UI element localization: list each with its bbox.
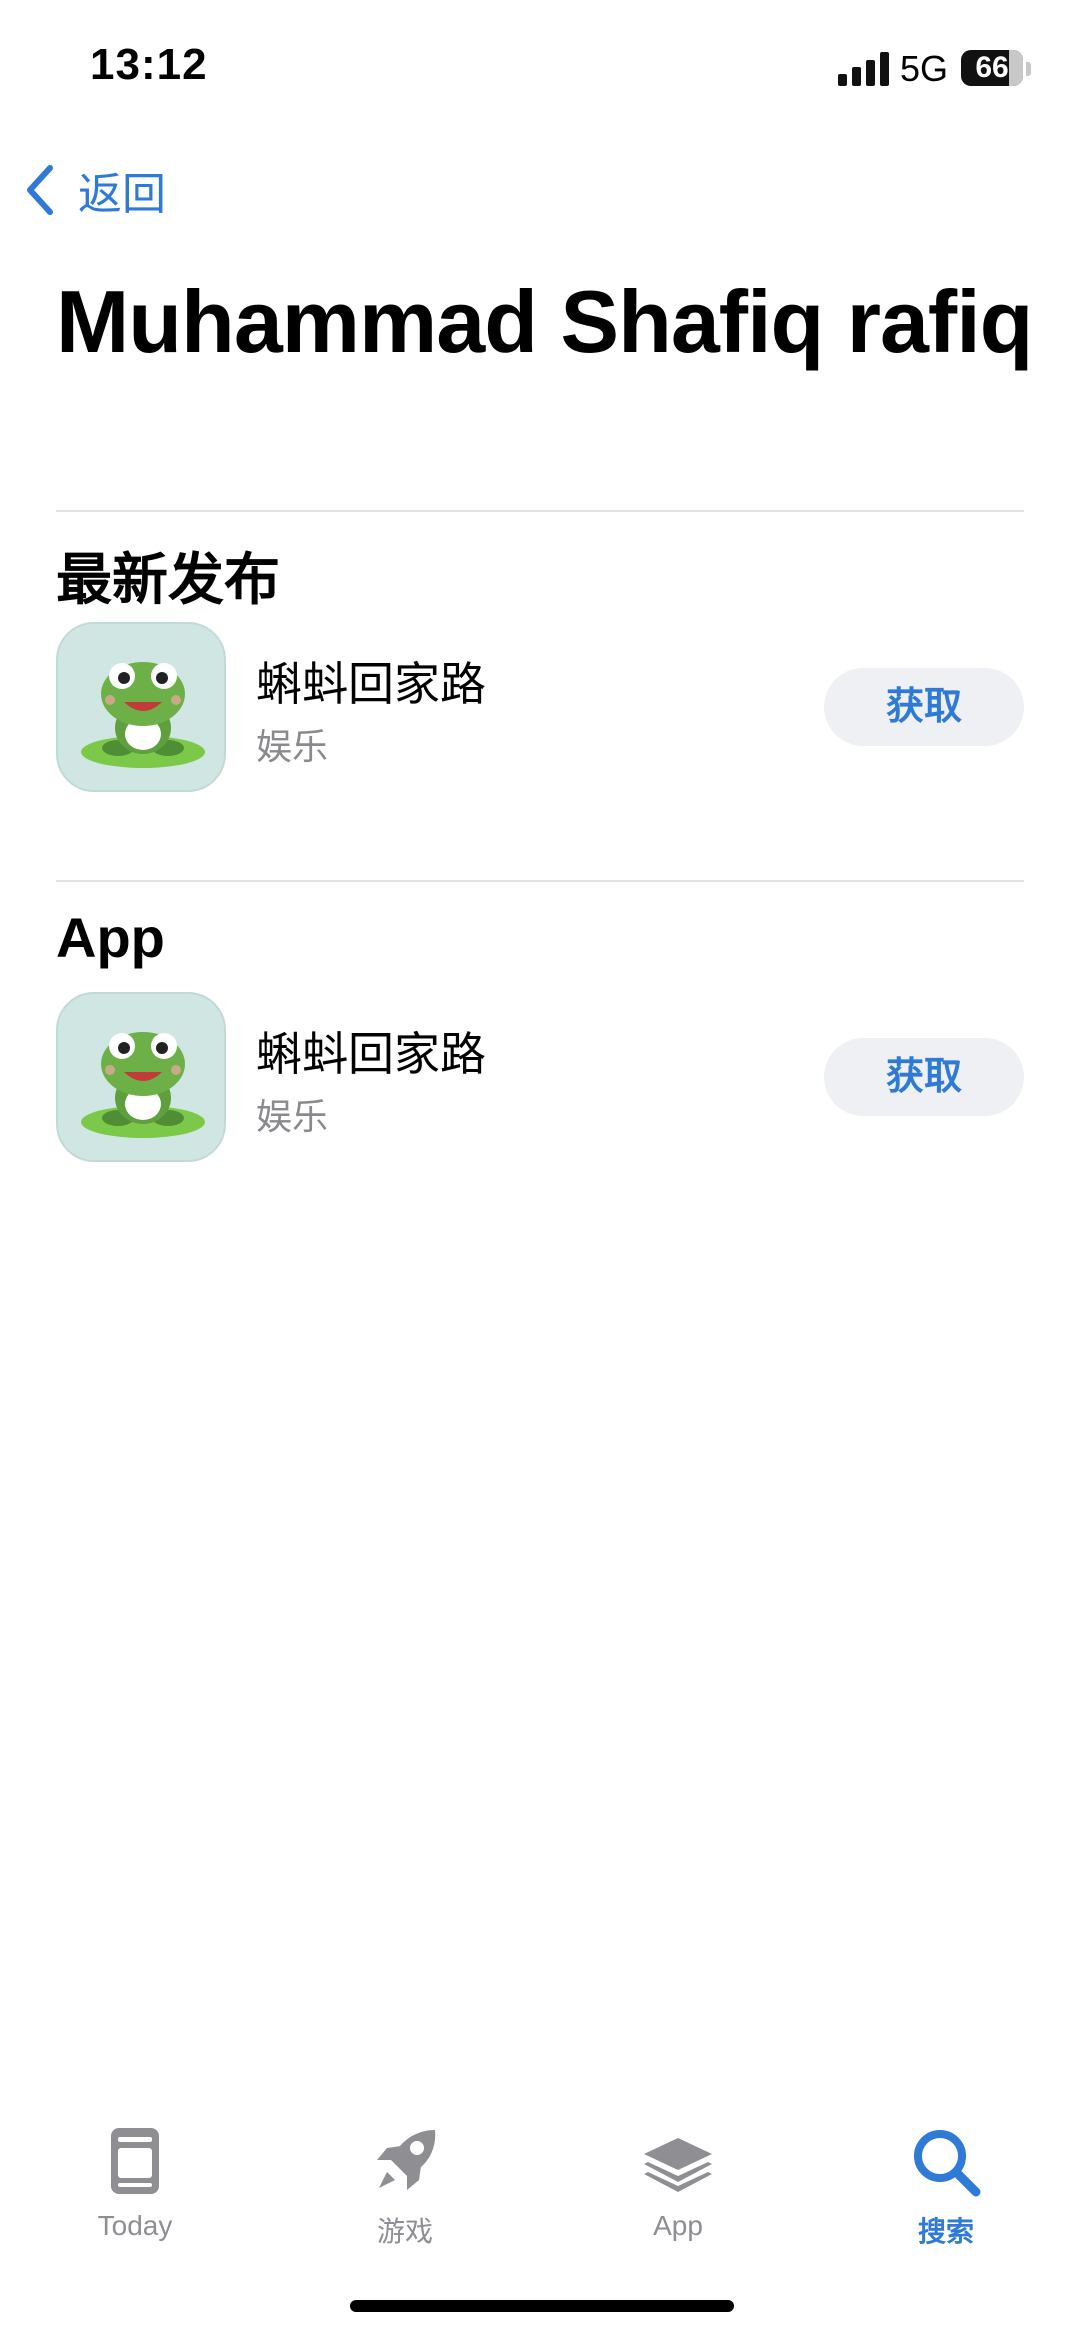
rocket-icon (377, 2130, 436, 2190)
app-row[interactable]: 蝌蚪回家路 娱乐 获取 (56, 622, 1024, 794)
battery-icon: 66 (961, 50, 1023, 86)
back-button[interactable]: 返回 (22, 160, 166, 220)
frog-app-icon[interactable] (56, 622, 226, 792)
tab-today[interactable]: Today (55, 2124, 215, 2264)
cellular-signal-icon (838, 52, 889, 86)
get-button[interactable]: 获取 (824, 668, 1024, 746)
app-name: 蝌蚪回家路 (256, 658, 486, 710)
network-type: 5G (900, 48, 949, 89)
tab-apps[interactable]: App (598, 2124, 758, 2264)
battery-level: 66 (975, 51, 1009, 84)
section-title-latest: 最新发布 (56, 548, 280, 611)
frog-app-icon[interactable] (56, 992, 226, 1162)
chevron-left-icon (27, 165, 53, 215)
divider (56, 510, 1024, 512)
app-category: 娱乐 (256, 726, 329, 767)
back-label: 返回 (78, 170, 166, 219)
app-category: 娱乐 (256, 1096, 329, 1137)
tab-label: 游戏 (376, 2216, 433, 2247)
section-title-app: App (56, 906, 165, 969)
search-icon (914, 2130, 981, 2197)
status-time: 13:12 (90, 40, 208, 89)
get-button[interactable]: 获取 (824, 1038, 1024, 1116)
tab-label: 搜索 (917, 2216, 974, 2247)
app-row[interactable]: 蝌蚪回家路 娱乐 获取 (56, 992, 1024, 1164)
tab-label: App (653, 2210, 703, 2241)
today-icon (111, 2128, 159, 2194)
divider (56, 880, 1024, 882)
status-bar: 13:12 5G 66 (0, 0, 1080, 140)
app-name: 蝌蚪回家路 (256, 1028, 486, 1080)
tab-games[interactable]: 游戏 (325, 2124, 485, 2264)
layers-icon (644, 2138, 712, 2192)
page-title: Muhammad Shafiq rafiq (56, 272, 1033, 371)
tab-label: Today (97, 2210, 173, 2241)
battery-tip (1026, 62, 1031, 76)
home-indicator[interactable] (350, 2300, 734, 2312)
tab-search[interactable]: 搜索 (866, 2124, 1026, 2264)
